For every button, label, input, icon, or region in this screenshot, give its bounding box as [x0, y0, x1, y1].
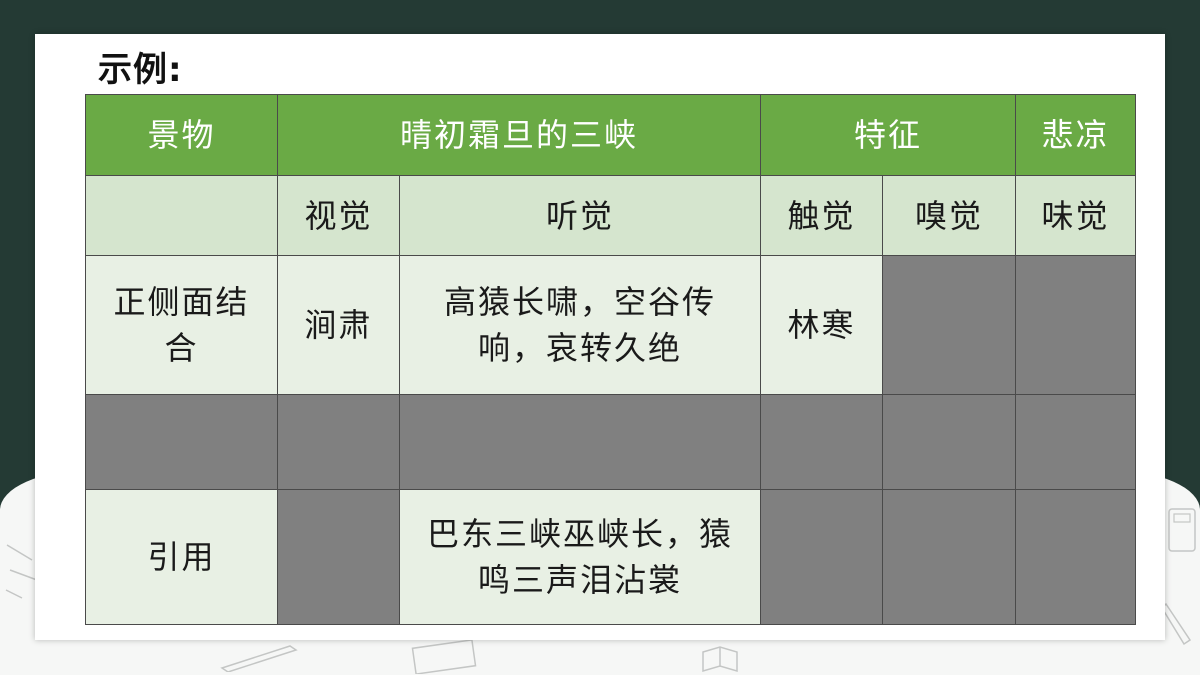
header-cell-feature: 特征 [760, 94, 1017, 176]
row-label-cell: 引用 [85, 489, 278, 625]
masked-cell [1015, 489, 1137, 625]
masked-cell [1015, 394, 1137, 490]
pencil-doodle-icon [220, 642, 300, 672]
row-label-cell: 正侧面结合 [85, 255, 278, 395]
header-cell-sorrow: 悲凉 [1015, 94, 1137, 176]
hearing-cell: 巴东三峡巫峡长，猿鸣三声泪沾裳 [398, 489, 762, 625]
touch-cell: 林寒 [760, 255, 884, 395]
senses-cell-hearing: 听觉 [398, 175, 762, 256]
table-row [85, 394, 1137, 490]
masked-cell [760, 489, 884, 625]
equation-doodle-icon [410, 640, 480, 674]
table-row: 引用 巴东三峡巫峡长，猿鸣三声泪沾裳 [85, 489, 1137, 625]
table-row: 正侧面结合 涧肃 高猿长啸，空谷传响，哀转久绝 林寒 [85, 255, 1137, 395]
calculator-doodle-icon [1165, 505, 1199, 555]
table-header-row: 景物 晴初霜旦的三峡 特征 悲凉 [85, 94, 1137, 176]
header-cell-title: 晴初霜旦的三峡 [276, 94, 762, 176]
sight-cell: 涧肃 [277, 255, 400, 395]
masked-cell [882, 489, 1017, 625]
book-doodle-icon [700, 644, 740, 674]
masked-cell [277, 489, 400, 625]
masked-cell [882, 394, 1017, 490]
header-cell-scenery: 景物 [85, 94, 278, 176]
ruler-doodle-icon [1160, 600, 1196, 660]
senses-cell-touch: 触觉 [760, 175, 884, 256]
senses-table: 景物 晴初霜旦的三峡 特征 悲凉 视觉 听觉 触觉 嗅觉 味觉 正侧面结合 涧肃… [85, 94, 1137, 625]
table-senses-row: 视觉 听觉 触觉 嗅觉 味觉 [85, 175, 1137, 256]
senses-cell-smell: 嗅觉 [882, 175, 1017, 256]
senses-cell-taste: 味觉 [1015, 175, 1137, 256]
masked-cell [85, 394, 278, 490]
senses-cell-blank [85, 175, 278, 256]
hearing-cell: 高猿长啸，空谷传响，哀转久绝 [398, 255, 762, 395]
masked-cell [398, 394, 762, 490]
senses-cell-sight: 视觉 [277, 175, 400, 256]
masked-cell [1015, 255, 1137, 395]
page-title: 示例: [98, 50, 183, 90]
masked-cell [277, 394, 400, 490]
masked-cell [760, 394, 884, 490]
masked-cell [882, 255, 1017, 395]
